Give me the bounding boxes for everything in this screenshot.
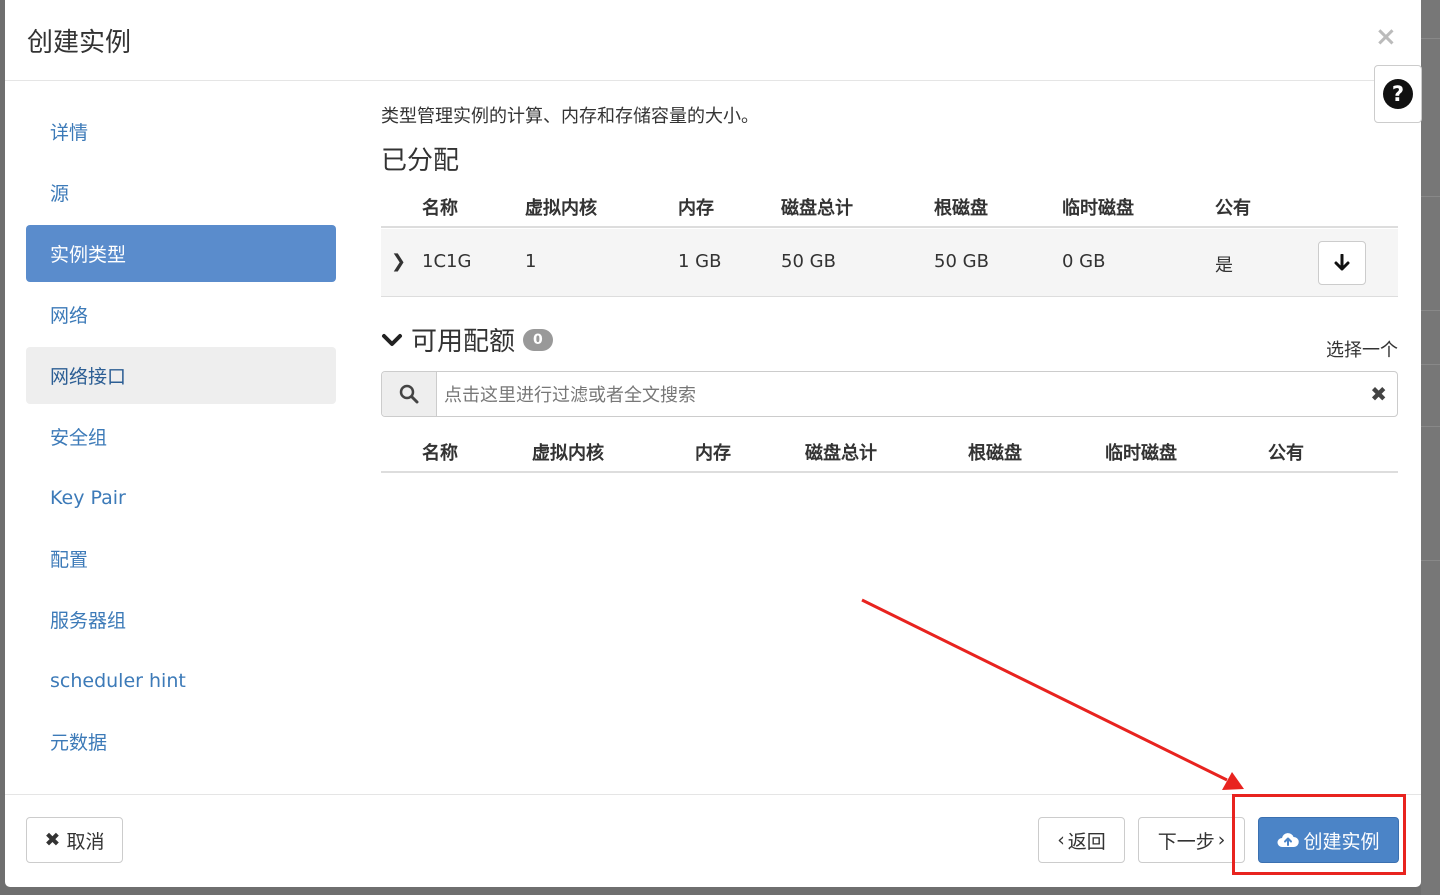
col-ram: 内存 [678,198,714,219]
cancel-label: 取消 [66,830,105,853]
help-text: 类型管理实例的计算、内存和存储容量的大小。 [381,106,759,127]
modal-backdrop [1421,0,1440,895]
nav-item-details[interactable]: 详情 [26,103,336,160]
close-icon[interactable]: × [1375,22,1397,52]
back-button[interactable]: ‹ 返回 [1038,817,1125,863]
cell-ram: 1 GB [678,251,722,272]
help-button[interactable]: ? [1374,65,1422,123]
question-icon: ? [1383,79,1413,109]
nav-item-flavor[interactable]: 实例类型 [26,225,336,282]
col-ram: 内存 [695,443,731,464]
available-heading[interactable]: 可用配额 0 [381,321,553,358]
nav-item-network-ports[interactable]: 网络接口 [26,347,336,404]
available-count-badge: 0 [523,328,553,351]
col-disk-total: 磁盘总计 [805,443,877,464]
table-row[interactable]: ❯ 1C1G 1 1 GB 50 GB 50 GB 0 GB 是 [381,229,1398,297]
nav-item-networks[interactable]: 网络 [26,286,336,343]
search-icon [399,384,419,404]
arrow-down-icon [1334,254,1350,271]
col-vcpus: 虚拟内核 [532,443,604,464]
search-input[interactable] [442,378,1346,412]
col-vcpus: 虚拟内核 [525,198,597,219]
col-name: 名称 [422,443,458,464]
annotation-highlight-box [1232,794,1406,875]
nav-item-source[interactable]: 源 [26,164,336,221]
chevron-right-icon[interactable]: ❯ [391,251,406,272]
col-name: 名称 [422,198,458,219]
close-icon: ✖ [44,829,61,851]
chevron-left-icon: ‹ [1057,829,1065,851]
wizard-nav: 详情 源 实例类型 网络 网络接口 安全组 Key Pair 配置 服务器组 s… [26,103,336,774]
cell-root-disk: 50 GB [934,251,989,272]
available-heading-label: 可用配额 [411,327,516,357]
nav-item-key-pair[interactable]: Key Pair [26,469,336,526]
nav-item-metadata[interactable]: 元数据 [26,713,336,770]
cell-disk-total: 50 GB [781,251,836,272]
search-addon [382,372,437,416]
select-one-hint: 选择一个 [1326,340,1398,361]
cell-public: 是 [1215,255,1233,276]
available-table-header: 名称 虚拟内核 内存 磁盘总计 根磁盘 临时磁盘 公有 [381,429,1398,473]
nav-item-configuration[interactable]: 配置 [26,530,336,587]
col-root-disk: 根磁盘 [934,198,988,219]
modal-header: 创建实例 × [5,0,1421,81]
allocated-table-header: 名称 虚拟内核 内存 磁盘总计 根磁盘 临时磁盘 公有 [381,184,1398,228]
col-root-disk: 根磁盘 [968,443,1022,464]
cell-name: 1C1G [422,251,472,272]
back-label: 返回 [1067,830,1106,853]
cancel-button[interactable]: ✖ 取消 [26,817,123,863]
allocated-heading: 已分配 [381,146,460,176]
col-public: 公有 [1215,198,1251,219]
next-button[interactable]: 下一步 › [1138,817,1245,863]
chevron-right-icon: › [1217,829,1226,851]
modal-title: 创建实例 [27,28,132,58]
search-bar: ✖ [381,371,1398,417]
cell-vcpus: 1 [525,251,537,272]
next-label: 下一步 [1157,830,1215,853]
nav-item-scheduler-hint[interactable]: scheduler hint [26,652,336,709]
create-instance-modal: 创建实例 × ? 详情 源 实例类型 网络 网络接口 安全组 Key Pair … [5,0,1422,888]
nav-item-security-groups[interactable]: 安全组 [26,408,336,465]
col-disk-total: 磁盘总计 [781,198,853,219]
clear-search-icon[interactable]: ✖ [1370,382,1387,406]
col-ephemeral: 临时磁盘 [1062,198,1134,219]
cell-ephemeral: 0 GB [1062,251,1106,272]
deallocate-button[interactable] [1318,241,1366,285]
col-ephemeral: 临时磁盘 [1105,443,1177,464]
chevron-down-icon [382,333,402,346]
modal-footer: ✖ 取消 ‹ 返回 下一步 › 创建实例 [5,794,1421,888]
nav-item-server-groups[interactable]: 服务器组 [26,591,336,648]
col-public: 公有 [1268,443,1304,464]
